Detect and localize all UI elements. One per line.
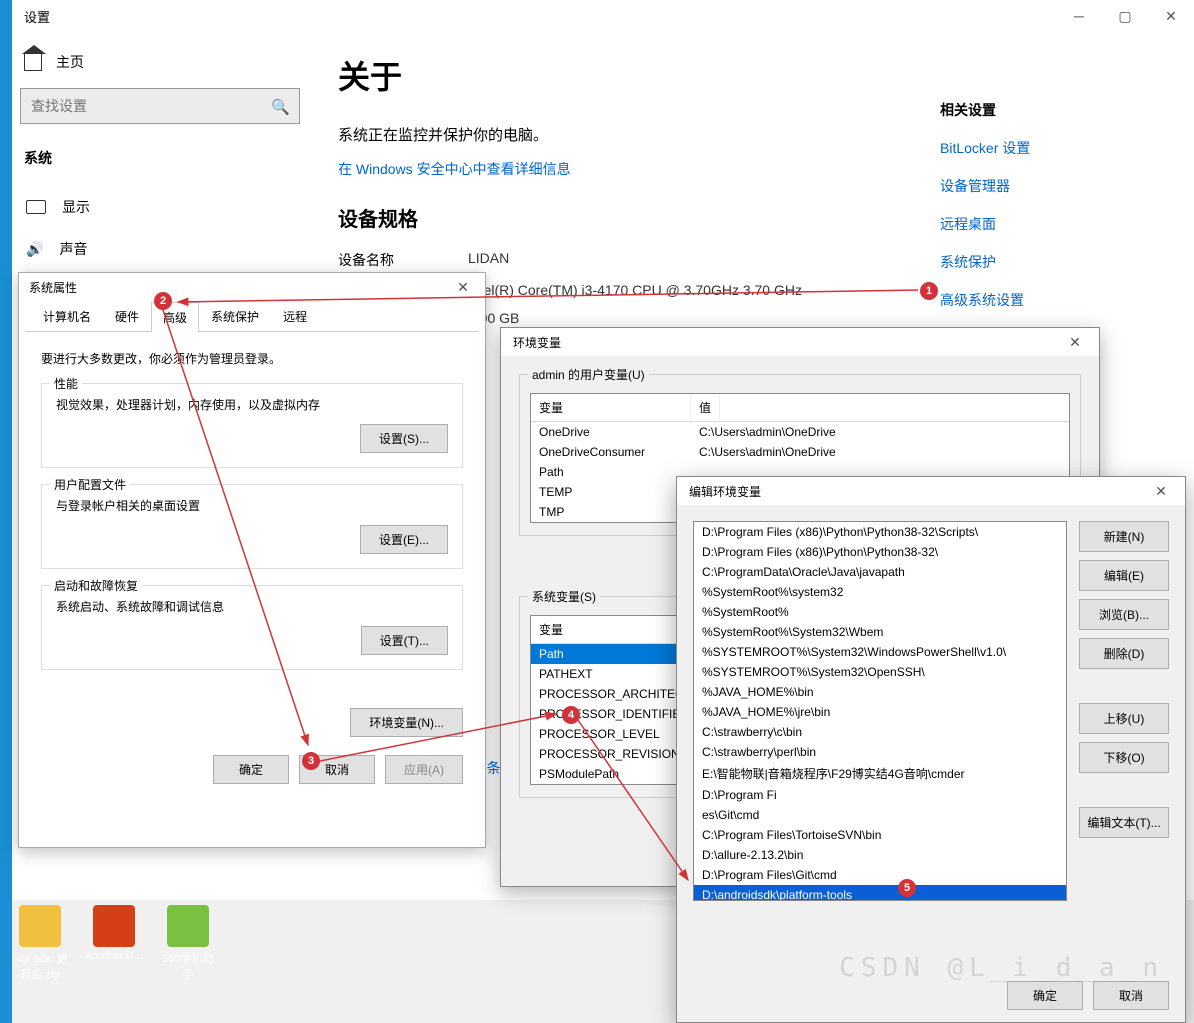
nav-category: 系统 (20, 142, 300, 186)
startup-settings-button[interactable]: 设置(T)... (361, 626, 448, 655)
desktop-icon[interactable]: 360手机助手 (158, 905, 218, 982)
link-advanced[interactable]: 高级系统设置 (940, 290, 1160, 310)
settings-titlebar: 设置 ─ ▢ ✕ (12, 0, 1194, 32)
down-button[interactable]: 下移(O) (1079, 742, 1169, 773)
list-item[interactable]: D:\allure-2.13.2\bin (694, 845, 1066, 865)
table-row[interactable]: OneDriveConsumerC:\Users\admin\OneDrive (531, 442, 1069, 462)
sysprops-title: 系统属性 (29, 279, 77, 296)
list-item[interactable]: C:\ProgramData\Oracle\Java\javapath (694, 562, 1066, 582)
badge-3: 3 (302, 752, 320, 770)
tab-hardware[interactable]: 硬件 (103, 301, 151, 331)
apply-button[interactable]: 应用(A) (385, 755, 463, 784)
sound-icon: 🔊 (26, 241, 43, 258)
home-icon (24, 53, 42, 71)
tab-computer[interactable]: 计算机名 (31, 301, 103, 331)
device-name-value: LIDAN (468, 250, 509, 270)
edit-title: 编辑环境变量 (689, 483, 761, 500)
browse-button[interactable]: 浏览(B)... (1079, 599, 1169, 630)
envvar-button[interactable]: 环境变量(N)... (350, 708, 463, 737)
nav-home[interactable]: 主页 (20, 44, 300, 88)
maximize-button[interactable]: ▢ (1102, 0, 1148, 32)
close-icon[interactable]: ✕ (447, 275, 479, 299)
search-box[interactable]: 🔍 (20, 88, 300, 124)
nav-display[interactable]: 显示 (20, 186, 300, 228)
list-item[interactable]: D:\Program Files (x86)\Python\Python38-3… (694, 522, 1066, 542)
cancel-button[interactable]: 取消 (1093, 981, 1169, 1010)
list-item[interactable]: C:\strawberry\perl\bin (694, 742, 1066, 762)
group-profile: 用户配置文件 与登录帐户相关的桌面设置 设置(E)... (41, 484, 463, 569)
badge-1: 1 (920, 282, 938, 300)
list-item[interactable]: %SystemRoot%\system32 (694, 582, 1066, 602)
nav-sound[interactable]: 🔊 声音 (20, 228, 300, 270)
edit-button[interactable]: 编辑(E) (1079, 560, 1169, 591)
sysprops-tabs: 计算机名 硬件 高级 系统保护 远程 (25, 301, 479, 332)
search-input[interactable] (20, 88, 300, 124)
list-item[interactable]: D:\Program Files (x86)\Python\Python38-3… (694, 542, 1066, 562)
list-item[interactable]: D:\Program Files\Git\cmd (694, 865, 1066, 885)
badge-5: 5 (898, 879, 916, 897)
device-name-label: 设备名称 (338, 250, 468, 270)
link-sysprotect[interactable]: 系统保护 (940, 252, 1160, 272)
list-item[interactable]: C:\Program Files\TortoiseSVN\bin (694, 825, 1066, 845)
badge-4: 4 (562, 706, 580, 724)
desktop-icon[interactable]: Another.R... (84, 905, 144, 982)
close-icon[interactable]: ✕ (1145, 479, 1177, 503)
system-properties-dialog: 系统属性 ✕ 计算机名 硬件 高级 系统保护 远程 要进行大多数更改，你必须作为… (18, 272, 486, 848)
path-list[interactable]: D:\Program Files (x86)\Python\Python38-3… (693, 521, 1067, 901)
group-startup: 启动和故障恢复 系统启动、系统故障和调试信息 设置(T)... (41, 585, 463, 670)
close-icon[interactable]: ✕ (1059, 330, 1091, 354)
list-item[interactable]: %SYSTEMROOT%\System32\WindowsPowerShell\… (694, 642, 1066, 662)
new-button[interactable]: 新建(N) (1079, 521, 1169, 552)
edit-text-button[interactable]: 编辑文本(T)... (1079, 807, 1169, 838)
related-heading: 相关设置 (940, 100, 1160, 120)
link-devmgr[interactable]: 设备管理器 (940, 176, 1160, 196)
env-title: 环境变量 (513, 334, 561, 351)
list-item[interactable]: es\Git\cmd (694, 805, 1066, 825)
search-icon: 🔍 (271, 98, 290, 116)
badge-2: 2 (154, 292, 172, 310)
close-button[interactable]: ✕ (1148, 0, 1194, 32)
cpu-value: Intel(R) Core(TM) i3-4170 CPU @ 3.70GHz … (468, 282, 802, 298)
table-row[interactable]: OneDriveC:\Users\admin\OneDrive (531, 422, 1069, 442)
edit-env-dialog: 编辑环境变量 ✕ D:\Program Files (x86)\Python\P… (676, 476, 1186, 1023)
list-item[interactable]: E:\智能物联|音箱烧程序\F29博实结4G音响\cmder (694, 762, 1066, 785)
list-item[interactable]: D:\Program Fi (694, 785, 1066, 805)
tab-protect[interactable]: 系统保护 (199, 301, 271, 331)
list-item[interactable]: %SystemRoot% (694, 602, 1066, 622)
ok-button[interactable]: 确定 (213, 755, 289, 784)
desktop-icon[interactable]: i-iot-sdk. 更新后.zip (10, 905, 70, 982)
page-title: 关于 (338, 52, 1170, 98)
display-icon (26, 200, 46, 214)
up-button[interactable]: 上移(U) (1079, 703, 1169, 734)
ok-button[interactable]: 确定 (1007, 981, 1083, 1010)
list-item[interactable]: %JAVA_HOME%\jre\bin (694, 702, 1066, 722)
list-item[interactable]: C:\strawberry\c\bin (694, 722, 1066, 742)
group-performance: 性能 视觉效果，处理器计划，内存使用，以及虚拟内存 设置(S)... (41, 383, 463, 468)
watermark: CSDN @L_i_d_a_n (839, 953, 1164, 983)
perf-settings-button[interactable]: 设置(S)... (360, 424, 448, 453)
settings-title: 设置 (24, 7, 50, 26)
list-item[interactable]: %SystemRoot%\System32\Wbem (694, 622, 1066, 642)
link-bitlocker[interactable]: BitLocker 设置 (940, 138, 1160, 158)
list-item[interactable]: %SYSTEMROOT%\System32\OpenSSH\ (694, 662, 1066, 682)
nav-home-label: 主页 (56, 52, 84, 72)
list-item[interactable]: %JAVA_HOME%\bin (694, 682, 1066, 702)
delete-button[interactable]: 删除(D) (1079, 638, 1169, 669)
minimize-button[interactable]: ─ (1056, 0, 1102, 32)
desktop-icons: i-iot-sdk. 更新后.zip Another.R... 360手机助手 (10, 905, 218, 982)
list-item[interactable]: D:\androidsdk\platform-tools (694, 885, 1066, 901)
profile-settings-button[interactable]: 设置(E)... (360, 525, 448, 554)
tab-remote[interactable]: 远程 (271, 301, 319, 331)
link-rdp[interactable]: 远程桌面 (940, 214, 1160, 234)
admin-hint: 要进行大多数更改，你必须作为管理员登录。 (41, 350, 463, 367)
